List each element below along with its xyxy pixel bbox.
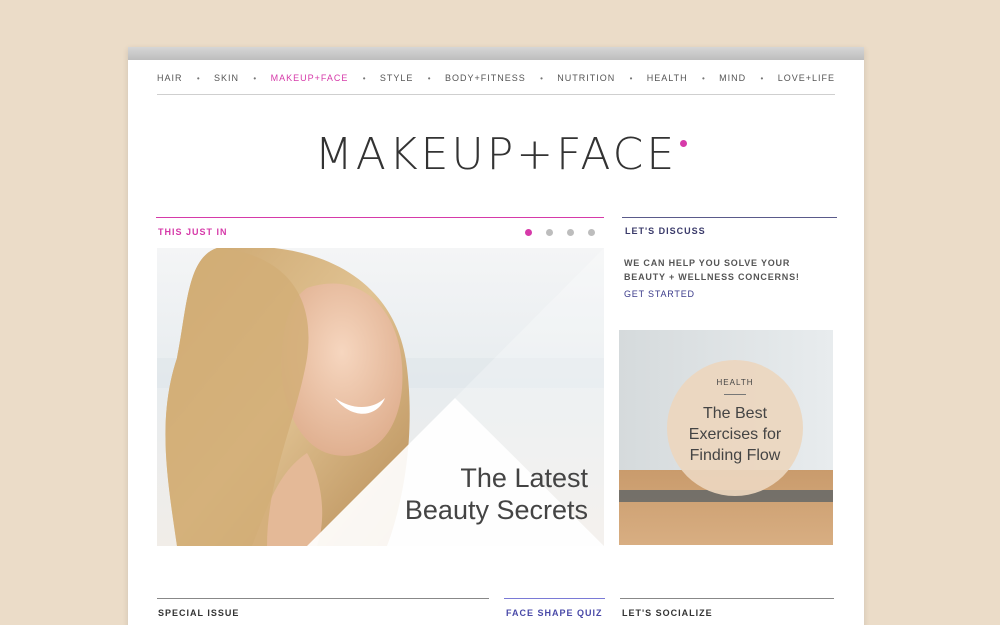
- window-top-bar: [128, 47, 864, 60]
- feature-title-line-3: Finding Flow: [689, 447, 781, 464]
- nav-item-health[interactable]: HEALTH: [647, 73, 688, 83]
- section-rule: [156, 217, 604, 218]
- nav-separator: •: [362, 74, 366, 83]
- nav-item-skin[interactable]: SKIN: [214, 73, 239, 83]
- discuss-body-line-1: WE CAN HELP YOU SOLVE YOUR: [624, 258, 791, 268]
- special-issue-label: SPECIAL ISSUE: [158, 608, 240, 618]
- feature-title-line-1: The Best: [702, 405, 768, 422]
- nav-separator: •: [253, 74, 257, 83]
- category-nav: HAIR • SKIN • MAKEUP+FACE • STYLE • BODY…: [157, 73, 835, 95]
- hero-headline-line-1: The Latest: [460, 463, 588, 493]
- feature-title: The Best Exercises for Finding Flow: [667, 403, 803, 466]
- nav-separator: •: [540, 74, 543, 83]
- section-rule: [504, 598, 605, 599]
- nav-item-mind[interactable]: MIND: [719, 73, 746, 83]
- section-rule: [622, 217, 837, 218]
- title-accent-dot: [680, 140, 687, 147]
- carousel-dot-3[interactable]: [567, 229, 574, 236]
- discuss-body-line-2: BEAUTY + WELLNESS CONCERNS!: [624, 272, 800, 282]
- nav-item-body-fitness[interactable]: BODY+FITNESS: [445, 73, 526, 83]
- feature-divider: [724, 394, 746, 395]
- browser-window: HAIR • SKIN • MAKEUP+FACE • STYLE • BODY…: [128, 47, 864, 625]
- feature-category: HEALTH: [716, 378, 754, 387]
- nav-separator: •: [196, 74, 200, 83]
- nav-separator: •: [760, 74, 764, 83]
- nav-separator: •: [629, 74, 633, 83]
- face-shape-quiz-label[interactable]: FACE SHAPE QUIZ: [506, 608, 603, 618]
- nav-separator: •: [427, 74, 431, 83]
- feature-card[interactable]: HEALTH The Best Exercises for Finding Fl…: [619, 330, 833, 545]
- section-rule: [157, 598, 489, 599]
- nav-item-hair[interactable]: HAIR: [157, 73, 183, 83]
- hero-headline-line-2: Beauty Secrets: [404, 495, 588, 525]
- carousel-dots: [525, 229, 595, 236]
- feature-title-line-2: Exercises for: [688, 426, 782, 443]
- carousel-dot-2[interactable]: [546, 229, 553, 236]
- carousel-dot-4[interactable]: [588, 229, 595, 236]
- nav-item-love-life[interactable]: LOVE+LIFE: [778, 73, 835, 83]
- carousel-dot-1[interactable]: [525, 229, 532, 236]
- section-rule: [620, 598, 834, 599]
- nav-item-nutrition[interactable]: NUTRITION: [557, 73, 615, 83]
- nav-item-style[interactable]: STYLE: [380, 73, 414, 83]
- nav-separator: •: [701, 74, 705, 83]
- page-title: MAKEUP+FACE: [314, 129, 678, 180]
- hero-slide[interactable]: The Latest Beauty Secrets: [157, 248, 604, 546]
- lets-socialize-label: LET'S SOCIALIZE: [622, 608, 713, 618]
- lets-discuss-label: LET'S DISCUSS: [625, 226, 706, 236]
- discuss-body: WE CAN HELP YOU SOLVE YOUR BEAUTY + WELL…: [624, 256, 800, 284]
- nav-item-makeup-face[interactable]: MAKEUP+FACE: [271, 73, 349, 83]
- this-just-in-label: THIS JUST IN: [158, 227, 228, 237]
- feature-overlay-circle: HEALTH The Best Exercises for Finding Fl…: [667, 360, 803, 496]
- hero-headline[interactable]: The Latest Beauty Secrets: [405, 462, 588, 526]
- title-area: MAKEUP+FACE: [128, 129, 864, 180]
- get-started-link[interactable]: GET STARTED: [624, 289, 695, 299]
